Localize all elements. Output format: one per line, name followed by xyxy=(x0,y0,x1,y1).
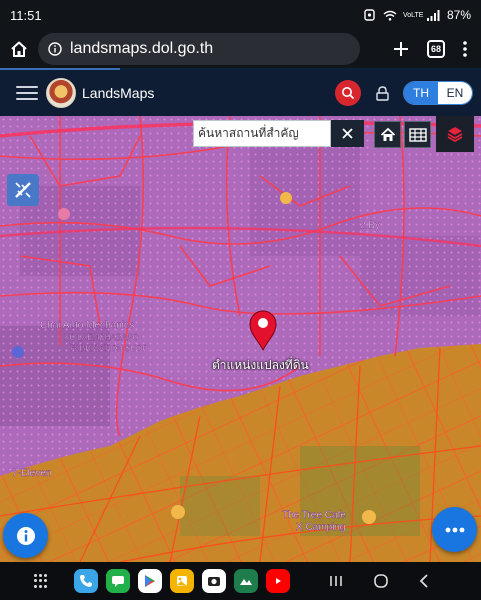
signal-icon xyxy=(427,9,441,21)
grid-icon xyxy=(408,127,427,142)
poi-icon xyxy=(171,505,185,519)
home-map-button[interactable] xyxy=(374,121,401,148)
status-icons: VoLTE 87% xyxy=(363,8,471,22)
info-button[interactable] xyxy=(3,513,48,558)
home-circle-icon[interactable] xyxy=(373,573,389,589)
house-icon xyxy=(11,41,27,57)
map-label-fabrication: KC LAEMCHABANG xyxy=(64,333,139,342)
maps-app-icon[interactable] xyxy=(234,569,258,593)
system-nav-bar xyxy=(0,562,481,600)
status-time: 11:51 xyxy=(10,7,42,23)
map-label-tree-cafe: The Tree Cafe xyxy=(282,510,346,521)
wifi-icon xyxy=(383,9,397,21)
camera-app-icon[interactable] xyxy=(202,569,226,593)
back-icon[interactable] xyxy=(419,573,429,589)
clear-search-button[interactable] xyxy=(331,120,364,147)
play-store-app-icon[interactable] xyxy=(138,569,162,593)
ruler-icon xyxy=(15,182,31,198)
poi-icon xyxy=(12,346,24,358)
url-text: landsmaps.dol.go.th xyxy=(70,40,214,57)
lang-th-option[interactable]: TH xyxy=(404,82,438,104)
browser-actions: 68 xyxy=(393,40,481,58)
poi-icon xyxy=(58,208,70,220)
system-nav-buttons xyxy=(329,573,481,589)
gallery-app-icon[interactable] xyxy=(170,569,194,593)
dol-logo xyxy=(46,78,76,108)
more-icon xyxy=(445,527,464,532)
poi-icon xyxy=(280,192,292,204)
language-toggle[interactable]: TH EN xyxy=(403,81,473,105)
map-label-auto-mechanic: Chai Auto Mechanics xyxy=(40,320,134,331)
login-button[interactable] xyxy=(371,82,393,104)
place-search-input[interactable]: ค้นหาสถานที่สำคัญ xyxy=(193,120,331,147)
screen: 11:51 VoLTE 87% landsmaps.dol.go.th 68 L… xyxy=(0,0,481,600)
marker-label: ตำแหน่งแปลงที่ดิน xyxy=(212,358,309,372)
youtube-app-icon[interactable] xyxy=(266,569,290,593)
site-info-icon xyxy=(48,42,62,56)
home-icon xyxy=(380,127,395,141)
browser-toolbar: landsmaps.dol.go.th 68 xyxy=(0,30,481,68)
map-canvas[interactable]: Chai Auto Mechanics KC LAEMCHABANG FABRI… xyxy=(0,116,481,562)
map-label-2-by: 2 By xyxy=(360,220,380,231)
map-search: ค้นหาสถานที่สำคัญ xyxy=(193,120,365,147)
phone-app-icon[interactable] xyxy=(74,569,98,593)
url-bar[interactable]: landsmaps.dol.go.th xyxy=(38,33,360,65)
search-button[interactable] xyxy=(335,80,361,106)
more-options-button[interactable] xyxy=(432,507,477,552)
poi-icon xyxy=(362,510,376,524)
tab-switcher-button[interactable]: 68 xyxy=(427,40,445,58)
close-icon xyxy=(342,128,353,139)
app-title: LandsMaps xyxy=(82,85,155,101)
info-icon xyxy=(16,526,35,545)
grid-button[interactable] xyxy=(404,121,431,148)
app-drawer-icon[interactable] xyxy=(34,574,48,588)
search-icon xyxy=(342,87,355,100)
map-label-seven-eleven: 7-Eleven xyxy=(12,468,51,479)
layers-button[interactable] xyxy=(436,116,474,152)
new-tab-icon[interactable] xyxy=(393,41,409,57)
lock-icon xyxy=(375,85,389,101)
battery-level: 87% xyxy=(446,8,471,22)
recent-apps-icon[interactable] xyxy=(329,574,343,588)
notification-icon xyxy=(363,9,377,21)
map-label-tree-cafe-2: X Camping xyxy=(296,522,345,533)
header-actions: TH EN xyxy=(335,80,473,106)
lang-en-option[interactable]: EN xyxy=(438,82,472,104)
home-button[interactable] xyxy=(0,30,38,68)
hamburger-menu-icon[interactable] xyxy=(16,86,38,100)
network-type: VoLTE xyxy=(402,11,424,19)
status-bar: 11:51 VoLTE 87% xyxy=(0,0,481,30)
app-dock xyxy=(74,569,290,593)
app-header: LandsMaps TH EN xyxy=(0,70,481,116)
map-label-fabrication-2: FABRICATION SHOP xyxy=(70,344,148,353)
layers-icon xyxy=(447,127,463,143)
kebab-menu-icon[interactable] xyxy=(463,41,467,57)
measure-tool-button[interactable] xyxy=(7,174,39,206)
messages-app-icon[interactable] xyxy=(106,569,130,593)
